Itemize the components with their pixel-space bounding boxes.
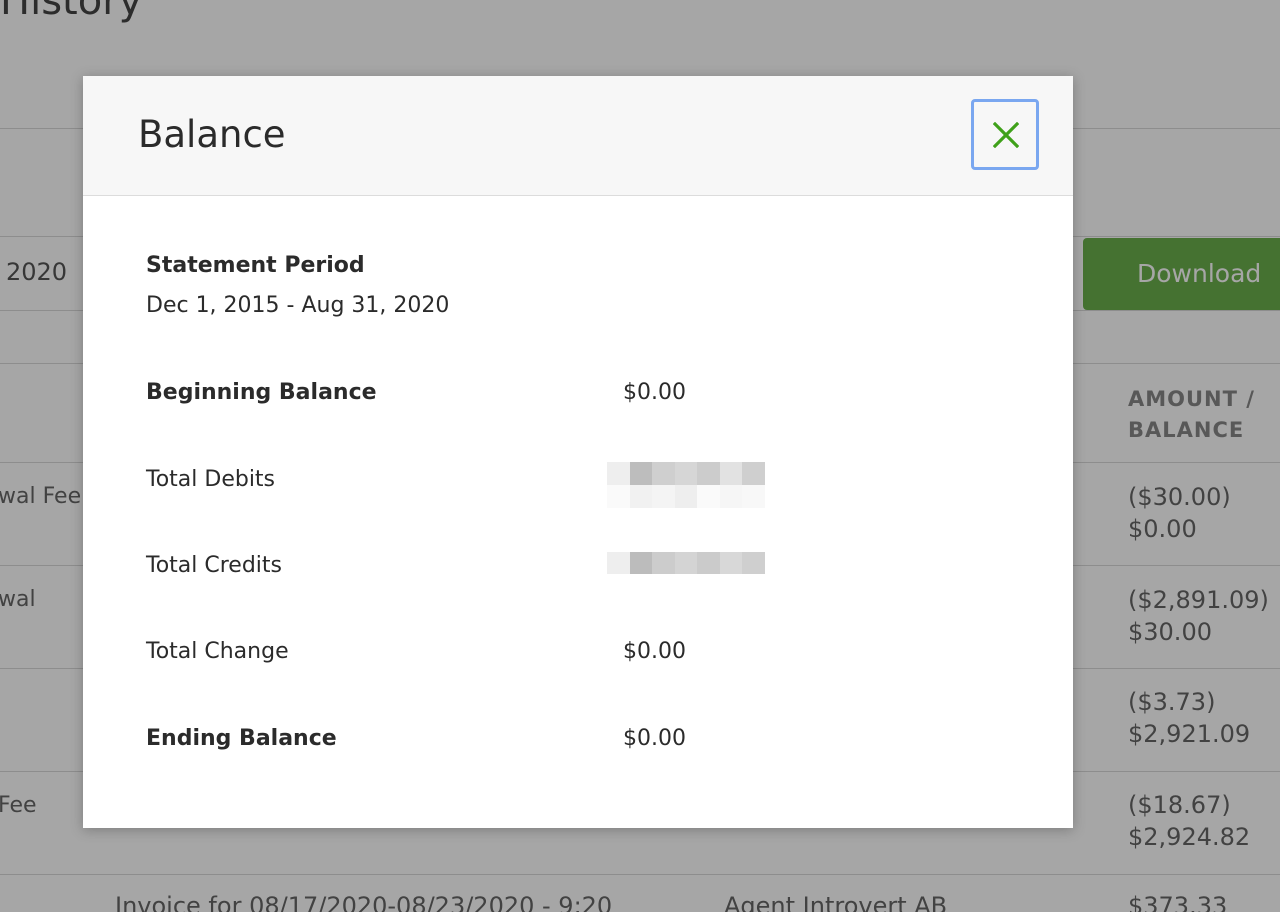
statement-period-value: Dec 1, 2015 - Aug 31, 2020 — [146, 293, 450, 318]
redacted-total-credits — [607, 552, 766, 574]
total-credits-label: Total Credits — [146, 553, 282, 578]
total-change-label: Total Change — [146, 639, 289, 664]
beginning-balance-value: $0.00 — [623, 380, 686, 405]
close-icon — [993, 122, 1019, 148]
redacted-total-debits — [607, 462, 766, 508]
modal-title: Balance — [138, 113, 286, 156]
balance-modal: Balance Statement Period Dec 1, 2015 - A… — [83, 76, 1073, 828]
statement-period-label: Statement Period — [146, 253, 365, 278]
ending-balance-label: Ending Balance — [146, 726, 337, 751]
total-change-value: $0.00 — [623, 639, 686, 664]
beginning-balance-label: Beginning Balance — [146, 380, 377, 405]
close-button[interactable] — [971, 99, 1039, 170]
total-debits-label: Total Debits — [146, 467, 276, 492]
ending-balance-value: $0.00 — [623, 726, 686, 751]
modal-header: Balance — [83, 76, 1073, 196]
